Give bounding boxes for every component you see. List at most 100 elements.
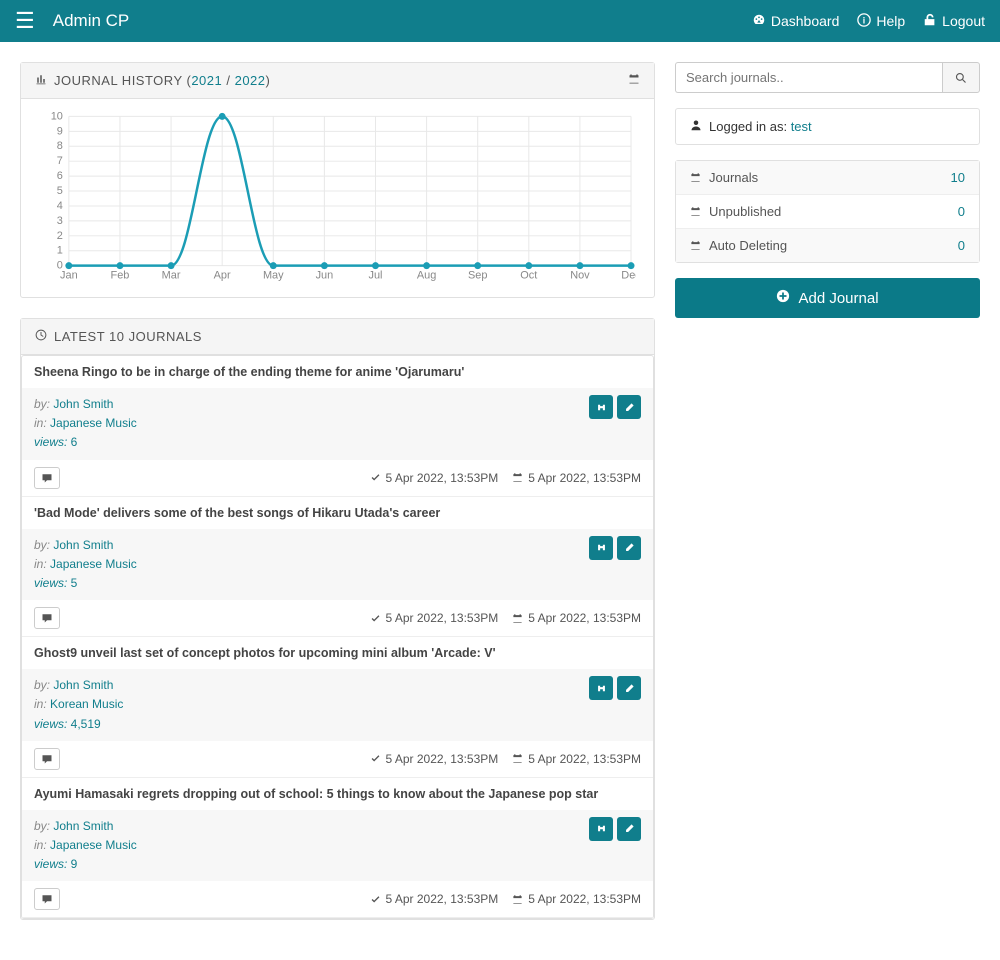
journal-item: 'Bad Mode' delivers some of the best son… [22, 497, 653, 638]
top-nav: Dashboard i Help Logout [752, 13, 985, 30]
author-link[interactable]: John Smith [53, 819, 113, 833]
svg-text:8: 8 [57, 140, 63, 152]
stat-value-link[interactable]: 0 [958, 204, 965, 219]
svg-text:Mar: Mar [162, 270, 181, 282]
binoculars-icon [596, 823, 607, 834]
author-link[interactable]: John Smith [53, 678, 113, 692]
calendar-icon[interactable] [628, 73, 640, 88]
views-link[interactable]: views: 4,519 [34, 717, 101, 731]
info-icon: i [857, 13, 871, 30]
svg-text:Aug: Aug [417, 270, 436, 282]
login-user-link[interactable]: test [791, 119, 812, 134]
svg-text:7: 7 [57, 155, 63, 167]
stat-item: Unpublished0 [676, 195, 979, 229]
comment-button[interactable] [34, 888, 60, 910]
svg-text:Sep: Sep [468, 270, 487, 282]
latest-panel: LATEST 10 JOURNALS Sheena Ringo to be in… [20, 318, 655, 920]
comment-icon [41, 753, 53, 765]
check-icon [370, 472, 381, 483]
clock-icon [35, 329, 47, 344]
view-button[interactable] [589, 676, 613, 700]
pencil-icon [624, 683, 635, 694]
journal-list: Sheena Ringo to be in charge of the endi… [21, 355, 654, 919]
svg-text:Jul: Jul [368, 270, 382, 282]
views-link[interactable]: views: 9 [34, 857, 77, 871]
stat-item: Journals10 [676, 161, 979, 195]
nav-dashboard[interactable]: Dashboard [752, 13, 840, 30]
binoculars-icon [596, 683, 607, 694]
view-button[interactable] [589, 395, 613, 419]
stat-value-link[interactable]: 10 [951, 170, 965, 185]
svg-text:Oct: Oct [520, 270, 537, 282]
comment-button[interactable] [34, 607, 60, 629]
svg-text:1: 1 [57, 245, 63, 257]
pencil-icon [624, 402, 635, 413]
views-link[interactable]: views: 5 [34, 576, 77, 590]
login-info: Logged in as: test [675, 108, 980, 145]
plus-icon [776, 289, 790, 307]
stat-item: Auto Deleting0 [676, 229, 979, 262]
year-2022-link[interactable]: 2022 [235, 73, 266, 88]
journal-title: 'Bad Mode' delivers some of the best son… [22, 497, 653, 529]
journal-title: Sheena Ringo to be in charge of the endi… [22, 356, 653, 388]
check-icon [370, 753, 381, 764]
calendar-icon [512, 894, 523, 905]
journal-item: Sheena Ringo to be in charge of the endi… [22, 356, 653, 497]
dashboard-icon [752, 13, 766, 30]
chart-body: 012345678910 JanFebMarAprMayJunJulAugSep… [21, 99, 654, 297]
chart-icon [35, 73, 47, 88]
edit-button[interactable] [617, 817, 641, 841]
nav-help[interactable]: i Help [857, 13, 905, 30]
journal-title: Ayumi Hamasaki regrets dropping out of s… [22, 778, 653, 810]
svg-text:i: i [863, 15, 865, 25]
category-link[interactable]: Korean Music [50, 697, 123, 711]
category-link[interactable]: Japanese Music [50, 416, 137, 430]
search-button[interactable] [942, 62, 980, 93]
menu-icon[interactable]: ☰ [15, 8, 35, 34]
nav-logout[interactable]: Logout [923, 13, 985, 30]
pencil-icon [624, 823, 635, 834]
unlock-icon [923, 13, 937, 30]
calendar-icon [512, 753, 523, 764]
stat-value-link[interactable]: 0 [958, 238, 965, 253]
check-icon [370, 894, 381, 905]
comment-button[interactable] [34, 748, 60, 770]
category-link[interactable]: Japanese Music [50, 557, 137, 571]
check-icon [370, 613, 381, 624]
user-icon [690, 119, 702, 134]
svg-text:Feb: Feb [111, 270, 130, 282]
svg-text:Jun: Jun [316, 270, 334, 282]
edit-button[interactable] [617, 536, 641, 560]
svg-text:Nov: Nov [570, 270, 590, 282]
comment-icon [41, 472, 53, 484]
pencil-icon [624, 542, 635, 553]
latest-panel-header: LATEST 10 JOURNALS [21, 319, 654, 355]
svg-text:Jan: Jan [60, 270, 78, 282]
edit-button[interactable] [617, 676, 641, 700]
svg-text:Apr: Apr [214, 270, 231, 282]
add-journal-button[interactable]: Add Journal [675, 278, 980, 318]
view-button[interactable] [589, 536, 613, 560]
svg-text:10: 10 [51, 111, 63, 122]
svg-text:3: 3 [57, 215, 63, 227]
category-link[interactable]: Japanese Music [50, 838, 137, 852]
edit-button[interactable] [617, 395, 641, 419]
comment-button[interactable] [34, 467, 60, 489]
calendar-icon [512, 613, 523, 624]
search-icon [955, 72, 967, 84]
year-2021-link[interactable]: 2021 [191, 73, 222, 88]
view-button[interactable] [589, 817, 613, 841]
author-link[interactable]: John Smith [53, 397, 113, 411]
svg-text:5: 5 [57, 185, 63, 197]
calendar-icon [512, 472, 523, 483]
author-link[interactable]: John Smith [53, 538, 113, 552]
comment-icon [41, 612, 53, 624]
svg-text:Dec: Dec [621, 270, 636, 282]
chart-panel: JOURNAL HISTORY (2021 / 2022) 0123456789… [20, 62, 655, 298]
journal-item: Ayumi Hamasaki regrets dropping out of s… [22, 778, 653, 919]
history-chart: 012345678910 JanFebMarAprMayJunJulAugSep… [39, 111, 636, 286]
svg-text:2: 2 [57, 230, 63, 242]
search-input[interactable] [675, 62, 942, 93]
stat-list: Journals10Unpublished0Auto Deleting0 [675, 160, 980, 263]
views-link[interactable]: views: 6 [34, 435, 77, 449]
